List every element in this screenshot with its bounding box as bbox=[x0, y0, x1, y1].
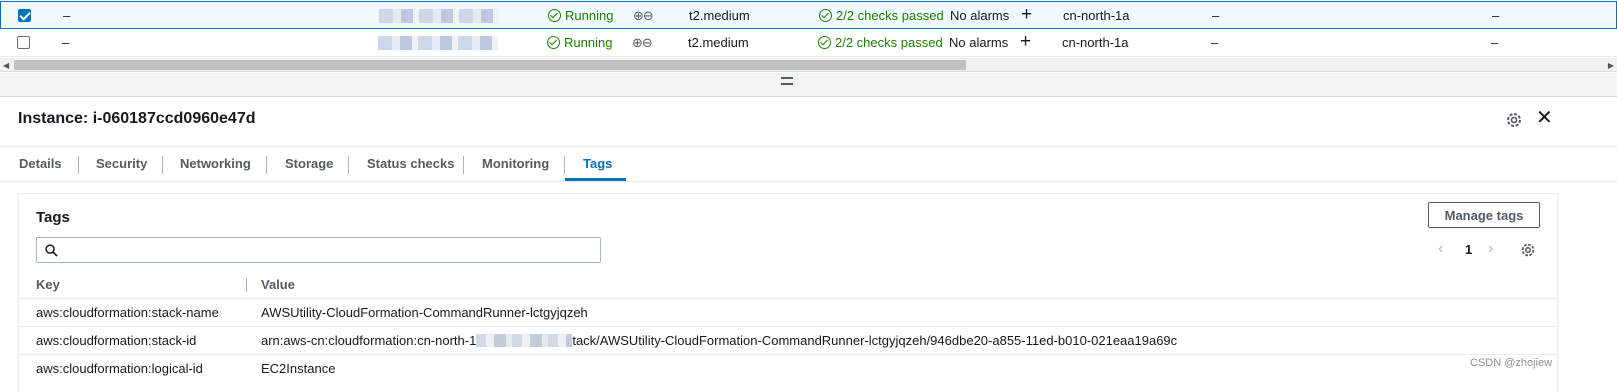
chevron-left-icon[interactable]: ‹ bbox=[1438, 240, 1443, 258]
instance-id-redacted bbox=[378, 36, 498, 50]
row-checkbox[interactable] bbox=[17, 36, 30, 49]
zoom-icons[interactable]: ⊕⊖ bbox=[633, 8, 654, 24]
instance-name: – bbox=[62, 35, 70, 50]
status-ok-icon bbox=[819, 9, 832, 22]
cell-empty: – bbox=[1211, 35, 1219, 50]
tab-separator bbox=[564, 156, 565, 174]
tag-key: aws:cloudformation:stack-name bbox=[36, 305, 219, 320]
alarm-status: No alarms bbox=[950, 8, 1010, 23]
tab-monitoring[interactable]: Monitoring bbox=[482, 156, 549, 171]
instance-type: t2.medium bbox=[688, 35, 749, 50]
plus-icon[interactable]: + bbox=[1021, 4, 1032, 26]
search-icon bbox=[45, 244, 58, 257]
column-header-value[interactable]: Value bbox=[261, 277, 295, 292]
section-title: Tags bbox=[36, 209, 70, 226]
column-header-key[interactable]: Key bbox=[36, 277, 60, 292]
status-ok-icon bbox=[548, 9, 561, 22]
tab-networking[interactable]: Networking bbox=[180, 156, 251, 171]
tab-separator bbox=[348, 156, 349, 174]
watermark: CSDN @zhojiew bbox=[1470, 357, 1553, 369]
instance-state: Running bbox=[547, 35, 612, 50]
instance-row[interactable]: – Running ⊕⊖ t2.medium 2/2 checks passed… bbox=[0, 29, 1617, 57]
status-ok-icon bbox=[818, 36, 831, 49]
cell-empty: – bbox=[1212, 8, 1220, 23]
instance-row[interactable]: – Running ⊕⊖ t2.medium 2/2 checks passed… bbox=[0, 1, 1617, 29]
page-title: Instance: i-060187ccd0960e47d bbox=[18, 110, 256, 127]
status-ok-icon bbox=[547, 36, 560, 49]
tag-value: arn:aws-cn:cloudformation:cn-north-1 tack… bbox=[261, 333, 1178, 348]
tag-key: aws:cloudformation:stack-id bbox=[36, 333, 197, 348]
instance-name: – bbox=[63, 8, 71, 23]
gear-icon[interactable] bbox=[1519, 241, 1537, 259]
tag-value: EC2Instance bbox=[261, 361, 336, 376]
scroll-left-icon[interactable]: ◀ bbox=[3, 61, 9, 70]
tags-panel bbox=[18, 193, 1558, 392]
instance-type: t2.medium bbox=[689, 8, 750, 23]
cell-empty: – bbox=[1491, 35, 1499, 50]
redacted-text bbox=[476, 334, 573, 347]
search-box[interactable] bbox=[36, 237, 601, 263]
chevron-right-icon[interactable]: › bbox=[1488, 240, 1493, 258]
page-number[interactable]: 1 bbox=[1465, 242, 1472, 257]
tab-security[interactable]: Security bbox=[96, 156, 147, 171]
close-icon[interactable]: ✕ bbox=[1536, 108, 1553, 128]
manage-tags-button[interactable]: Manage tags bbox=[1428, 202, 1540, 228]
tab-storage[interactable]: Storage bbox=[285, 156, 333, 171]
tag-value: AWSUtility-CloudFormation-CommandRunner-… bbox=[261, 305, 588, 320]
instance-id-redacted bbox=[379, 9, 499, 23]
alarm-status: No alarms bbox=[949, 35, 1009, 50]
scrollbar-thumb[interactable] bbox=[14, 60, 966, 70]
availability-zone: cn-north-1a bbox=[1062, 35, 1129, 50]
availability-zone: cn-north-1a bbox=[1063, 8, 1130, 23]
tab-separator bbox=[266, 156, 267, 174]
horizontal-scrollbar[interactable]: ◀ ▶ bbox=[0, 58, 1617, 72]
tab-separator bbox=[162, 156, 163, 174]
tab-details[interactable]: Details bbox=[19, 156, 62, 171]
instance-state: Running bbox=[548, 8, 613, 23]
status-checks: 2/2 checks passed bbox=[818, 35, 943, 50]
tag-key: aws:cloudformation:logical-id bbox=[36, 361, 203, 376]
column-resizer[interactable] bbox=[246, 278, 247, 292]
split-pane-divider[interactable] bbox=[0, 73, 1617, 97]
scroll-right-icon[interactable]: ▶ bbox=[1608, 61, 1614, 70]
tab-status-checks[interactable]: Status checks bbox=[367, 156, 454, 171]
tab-separator bbox=[463, 156, 464, 174]
drag-handle-icon[interactable] bbox=[781, 77, 793, 85]
row-checkbox[interactable] bbox=[18, 9, 31, 22]
plus-icon[interactable]: + bbox=[1020, 31, 1031, 53]
active-tab-indicator bbox=[565, 178, 626, 181]
divider bbox=[19, 298, 1557, 299]
search-input[interactable] bbox=[65, 240, 595, 260]
divider bbox=[19, 326, 1557, 327]
tab-separator bbox=[78, 156, 79, 174]
tab-bar: Details Security Networking Storage Stat… bbox=[0, 147, 1617, 182]
cell-empty: – bbox=[1492, 8, 1500, 23]
gear-icon[interactable] bbox=[1504, 110, 1524, 130]
status-checks: 2/2 checks passed bbox=[819, 8, 944, 23]
zoom-icons[interactable]: ⊕⊖ bbox=[632, 35, 653, 51]
tab-tags[interactable]: Tags bbox=[583, 156, 612, 171]
divider bbox=[19, 354, 1557, 355]
